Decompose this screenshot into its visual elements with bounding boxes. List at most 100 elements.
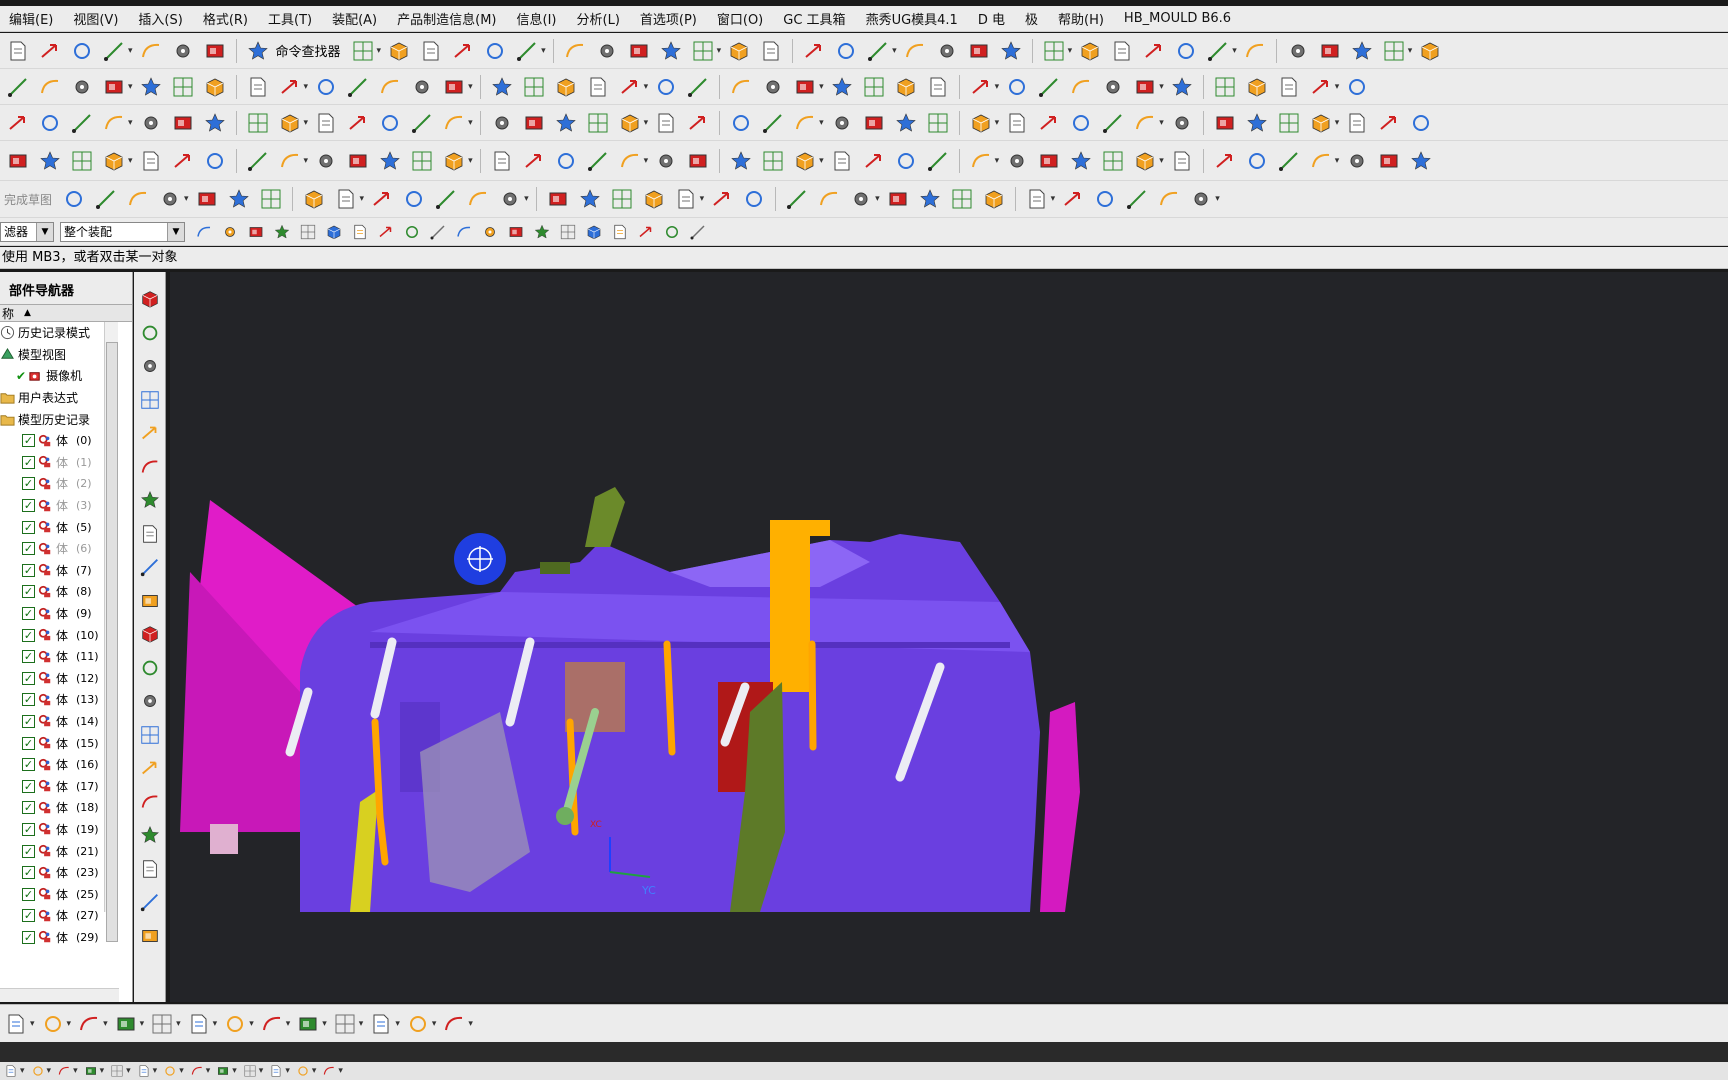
arrow-tool-button[interactable] xyxy=(521,148,547,174)
visibility-checkbox[interactable]: ✓ xyxy=(22,628,35,642)
arc-tool-button[interactable] xyxy=(76,1011,102,1037)
sheet-snap-button[interactable] xyxy=(610,222,630,242)
visibility-checkbox[interactable]: ✓ xyxy=(22,607,35,621)
box-tool-button[interactable] xyxy=(861,110,887,136)
sheet-tool-button[interactable] xyxy=(829,148,855,174)
chevron-down-icon[interactable]: ▾ xyxy=(819,156,824,166)
chevron-down-icon[interactable]: ▾ xyxy=(395,1019,400,1029)
arc-tool-button[interactable] xyxy=(968,148,994,174)
arc-resource-button[interactable] xyxy=(137,454,163,480)
chevron-down-icon[interactable]: ▾ xyxy=(524,194,529,204)
chevron-down-icon[interactable]: ▾ xyxy=(286,1019,291,1029)
arrow-tool-button[interactable] xyxy=(450,38,476,64)
gear-snap-button[interactable] xyxy=(480,222,500,242)
gear-tool-button[interactable] xyxy=(497,186,523,212)
line-tool-button[interactable] xyxy=(93,186,119,212)
sheet-tool-button[interactable] xyxy=(333,186,359,212)
arc-tool-button[interactable] xyxy=(562,38,588,64)
star-tool-button[interactable] xyxy=(37,148,63,174)
gear-tool-button[interactable] xyxy=(313,148,339,174)
chevron-down-icon[interactable]: ▾ xyxy=(819,118,824,128)
arrow-tool-button[interactable] xyxy=(801,38,827,64)
chevron-down-icon[interactable]: ▾ xyxy=(377,46,382,56)
box-tool-button[interactable] xyxy=(1036,148,1062,174)
circle-resource-button[interactable] xyxy=(137,320,163,346)
menu-item-14[interactable]: 极 xyxy=(1016,9,1049,28)
command-finder-button[interactable]: 命令查找器 xyxy=(276,41,341,60)
arc-tool-button[interactable] xyxy=(321,1063,337,1079)
chevron-down-icon[interactable]: ▾ xyxy=(128,46,133,56)
sheet-tool-button[interactable] xyxy=(138,148,164,174)
circle-tool-button[interactable] xyxy=(1173,38,1199,64)
chevron-down-icon[interactable]: ▾ xyxy=(995,156,1000,166)
arrow-tool-button[interactable] xyxy=(5,110,31,136)
chevron-down-icon[interactable]: ▾ xyxy=(1232,46,1237,56)
star-tool-button[interactable] xyxy=(728,148,754,174)
circle-tool-button[interactable] xyxy=(162,1063,178,1079)
finish-sketch-button[interactable]: 完成草图 xyxy=(4,191,52,208)
chevron-down-icon[interactable]: ▾ xyxy=(285,1066,290,1076)
arc-tool-button[interactable] xyxy=(277,148,303,174)
visibility-checkbox[interactable]: ✓ xyxy=(22,909,35,923)
sheet-tool-button[interactable] xyxy=(1276,74,1302,100)
cube-tool-button[interactable] xyxy=(277,110,303,136)
star-resource-button[interactable] xyxy=(137,487,163,513)
box-tool-button[interactable] xyxy=(113,1011,139,1037)
line-tool-button[interactable] xyxy=(865,38,891,64)
gear-tool-button[interactable] xyxy=(934,38,960,64)
box-tool-button[interactable] xyxy=(626,38,652,64)
star-tool-button[interactable] xyxy=(917,186,943,212)
visibility-checkbox[interactable]: ✓ xyxy=(22,520,35,534)
star-tool-button[interactable] xyxy=(489,74,515,100)
chevron-down-icon[interactable]: ▾ xyxy=(717,46,722,56)
circle-snap-button[interactable] xyxy=(402,222,422,242)
arc-tool-button[interactable] xyxy=(792,110,818,136)
grid-tool-button[interactable] xyxy=(258,186,284,212)
chevron-down-icon[interactable]: ▾ xyxy=(1051,194,1056,204)
menu-item-15[interactable]: 帮助(H) xyxy=(1049,9,1115,28)
visibility-checkbox[interactable]: ✓ xyxy=(22,758,35,772)
visibility-checkbox[interactable]: ✓ xyxy=(22,866,35,880)
circle-tool-button[interactable] xyxy=(1344,74,1370,100)
arrow-tool-button[interactable] xyxy=(1308,74,1334,100)
star-tool-button[interactable] xyxy=(245,38,271,64)
chevron-down-icon[interactable]: ▾ xyxy=(20,1066,25,1076)
circle-tool-button[interactable] xyxy=(1244,148,1270,174)
visibility-checkbox[interactable]: ✓ xyxy=(22,844,35,858)
cube-tool-button[interactable] xyxy=(968,110,994,136)
circle-tool-button[interactable] xyxy=(37,110,63,136)
arc-tool-button[interactable] xyxy=(1132,110,1158,136)
menu-item-6[interactable]: 产品制造信息(M) xyxy=(388,9,507,28)
line-tool-button[interactable] xyxy=(685,74,711,100)
star-tool-button[interactable] xyxy=(553,110,579,136)
chevron-down-icon[interactable]: ▾ xyxy=(184,194,189,204)
circle-tool-button[interactable] xyxy=(61,186,87,212)
visibility-checkbox[interactable]: ✓ xyxy=(22,887,35,901)
circle-tool-button[interactable] xyxy=(1068,110,1094,136)
grid-tool-button[interactable] xyxy=(1041,38,1067,64)
chevron-down-icon[interactable]: ▾ xyxy=(1408,46,1413,56)
chevron-down-icon[interactable]: ▾ xyxy=(322,1019,327,1029)
arc-tool-button[interactable] xyxy=(1308,148,1334,174)
chevron-down-icon[interactable]: ▾ xyxy=(206,1066,211,1076)
cube-tool-button[interactable] xyxy=(1417,38,1443,64)
arc-tool-button[interactable] xyxy=(138,38,164,64)
visibility-checkbox[interactable]: ✓ xyxy=(22,930,35,944)
cube-tool-button[interactable] xyxy=(441,148,467,174)
graphics-window[interactable]: YC XC xyxy=(170,272,1728,1002)
star-tool-button[interactable] xyxy=(202,110,228,136)
sheet-tool-button[interactable] xyxy=(1169,148,1195,174)
cube-tool-button[interactable] xyxy=(101,148,127,174)
grid-tool-button[interactable] xyxy=(585,110,611,136)
sheet-tool-button[interactable] xyxy=(368,1011,394,1037)
arc-tool-button[interactable] xyxy=(728,74,754,100)
chevron-down-icon[interactable]: ▾ xyxy=(644,82,649,92)
navigator-scrollbar[interactable] xyxy=(104,322,118,942)
arc-tool-button[interactable] xyxy=(1068,74,1094,100)
chevron-down-icon[interactable]: ▾ xyxy=(995,118,1000,128)
arc-tool-button[interactable] xyxy=(816,186,842,212)
cube-tool-button[interactable] xyxy=(1132,148,1158,174)
circle-tool-button[interactable] xyxy=(69,38,95,64)
visibility-checkbox[interactable]: ✓ xyxy=(22,671,35,685)
circle-tool-button[interactable] xyxy=(1092,186,1118,212)
